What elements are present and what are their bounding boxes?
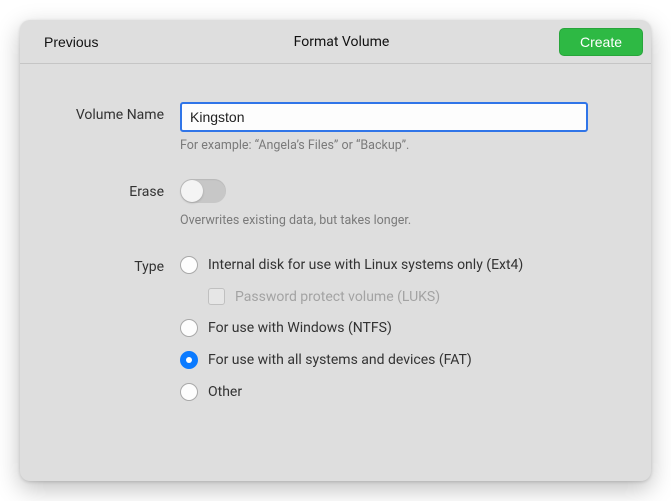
- volume-name-hint: For example: “Angela’s Files” or “Backup…: [180, 138, 615, 153]
- radio-label: Internal disk for use with Linux systems…: [208, 257, 523, 273]
- dialog-content: Volume Name For example: “Angela’s Files…: [20, 64, 651, 481]
- erase-label: Erase: [56, 179, 180, 200]
- type-radio-group: Internal disk for use with Linux systems…: [180, 254, 615, 401]
- dialog-header: Previous Format Volume Create: [20, 20, 651, 64]
- create-button[interactable]: Create: [559, 28, 643, 56]
- checkbox-label: Password protect volume (LUKS): [235, 289, 440, 305]
- erase-toggle[interactable]: [180, 179, 226, 203]
- radio-other[interactable]: Other: [180, 383, 615, 401]
- dialog-title: Format Volume: [241, 34, 442, 50]
- checkbox-icon: [208, 288, 225, 305]
- radio-icon: [180, 351, 198, 369]
- format-volume-dialog: Previous Format Volume Create Volume Nam…: [20, 20, 651, 481]
- radio-fat[interactable]: For use with all systems and devices (FA…: [180, 351, 615, 369]
- volume-name-input[interactable]: [180, 102, 588, 132]
- checkbox-luks: Password protect volume (LUKS): [208, 288, 615, 305]
- previous-button[interactable]: Previous: [40, 28, 102, 56]
- radio-icon: [180, 383, 198, 401]
- radio-icon: [180, 319, 198, 337]
- radio-icon: [180, 256, 198, 274]
- volume-name-label: Volume Name: [56, 102, 180, 123]
- erase-hint: Overwrites existing data, but takes long…: [180, 213, 615, 228]
- radio-label: For use with Windows (NTFS): [208, 320, 392, 336]
- radio-label: For use with all systems and devices (FA…: [208, 352, 472, 368]
- type-label: Type: [56, 254, 180, 275]
- radio-ntfs[interactable]: For use with Windows (NTFS): [180, 319, 615, 337]
- radio-label: Other: [208, 384, 242, 400]
- radio-ext4[interactable]: Internal disk for use with Linux systems…: [180, 256, 615, 274]
